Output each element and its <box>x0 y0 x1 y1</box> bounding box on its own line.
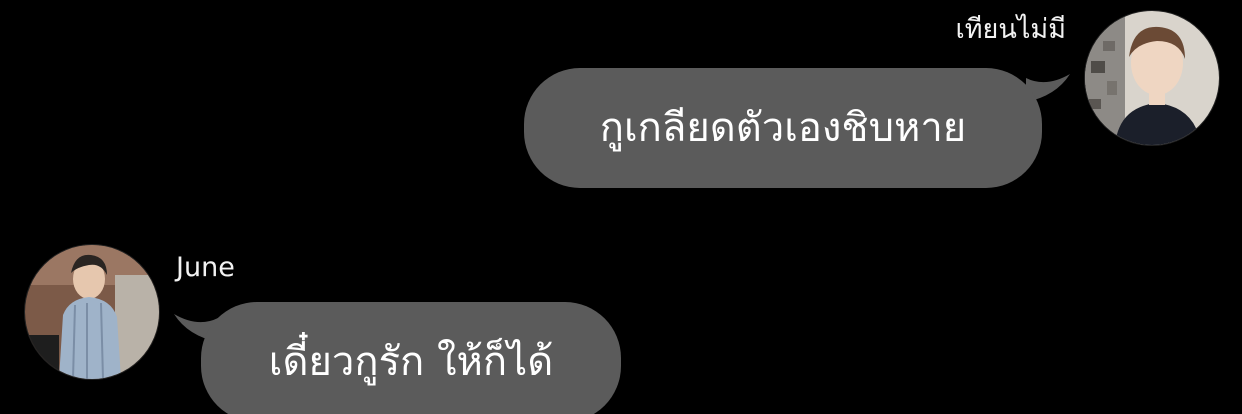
message-bubble-right[interactable]: กูเกลียดตัวเองชิบหาย <box>524 68 1042 188</box>
sender-name-right: เทียนไม่มี <box>955 14 1066 45</box>
sender-avatar-left[interactable] <box>24 244 160 380</box>
chat-view: เทียนไม่มี กูเกลียดตัวเองชิบหาย June เดี… <box>0 0 1242 414</box>
message-text-right: กูเกลียดตัวเองชิบหาย <box>599 105 967 151</box>
sender-name-left: June <box>176 252 235 283</box>
message-bubble-left[interactable]: เดี๋ยวกูรัก ให้ก็ได้ <box>201 302 621 414</box>
avatar-photo-icon <box>1085 11 1219 145</box>
sender-avatar-right[interactable] <box>1084 10 1220 146</box>
message-text-left: เดี๋ยวกูรัก ให้ก็ได้ <box>268 339 554 385</box>
avatar-photo-icon <box>25 245 159 379</box>
